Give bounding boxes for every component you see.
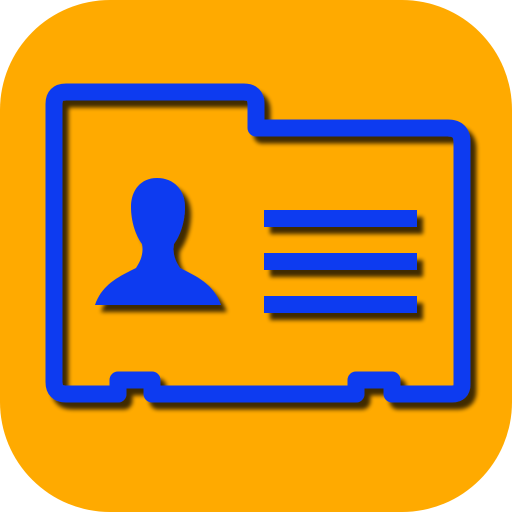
text-line-2 (264, 253, 417, 270)
contact-card-icon (0, 0, 512, 512)
app-icon (0, 0, 512, 512)
icon-background (0, 0, 512, 512)
text-line-3 (264, 296, 417, 313)
text-line-1 (264, 210, 417, 227)
